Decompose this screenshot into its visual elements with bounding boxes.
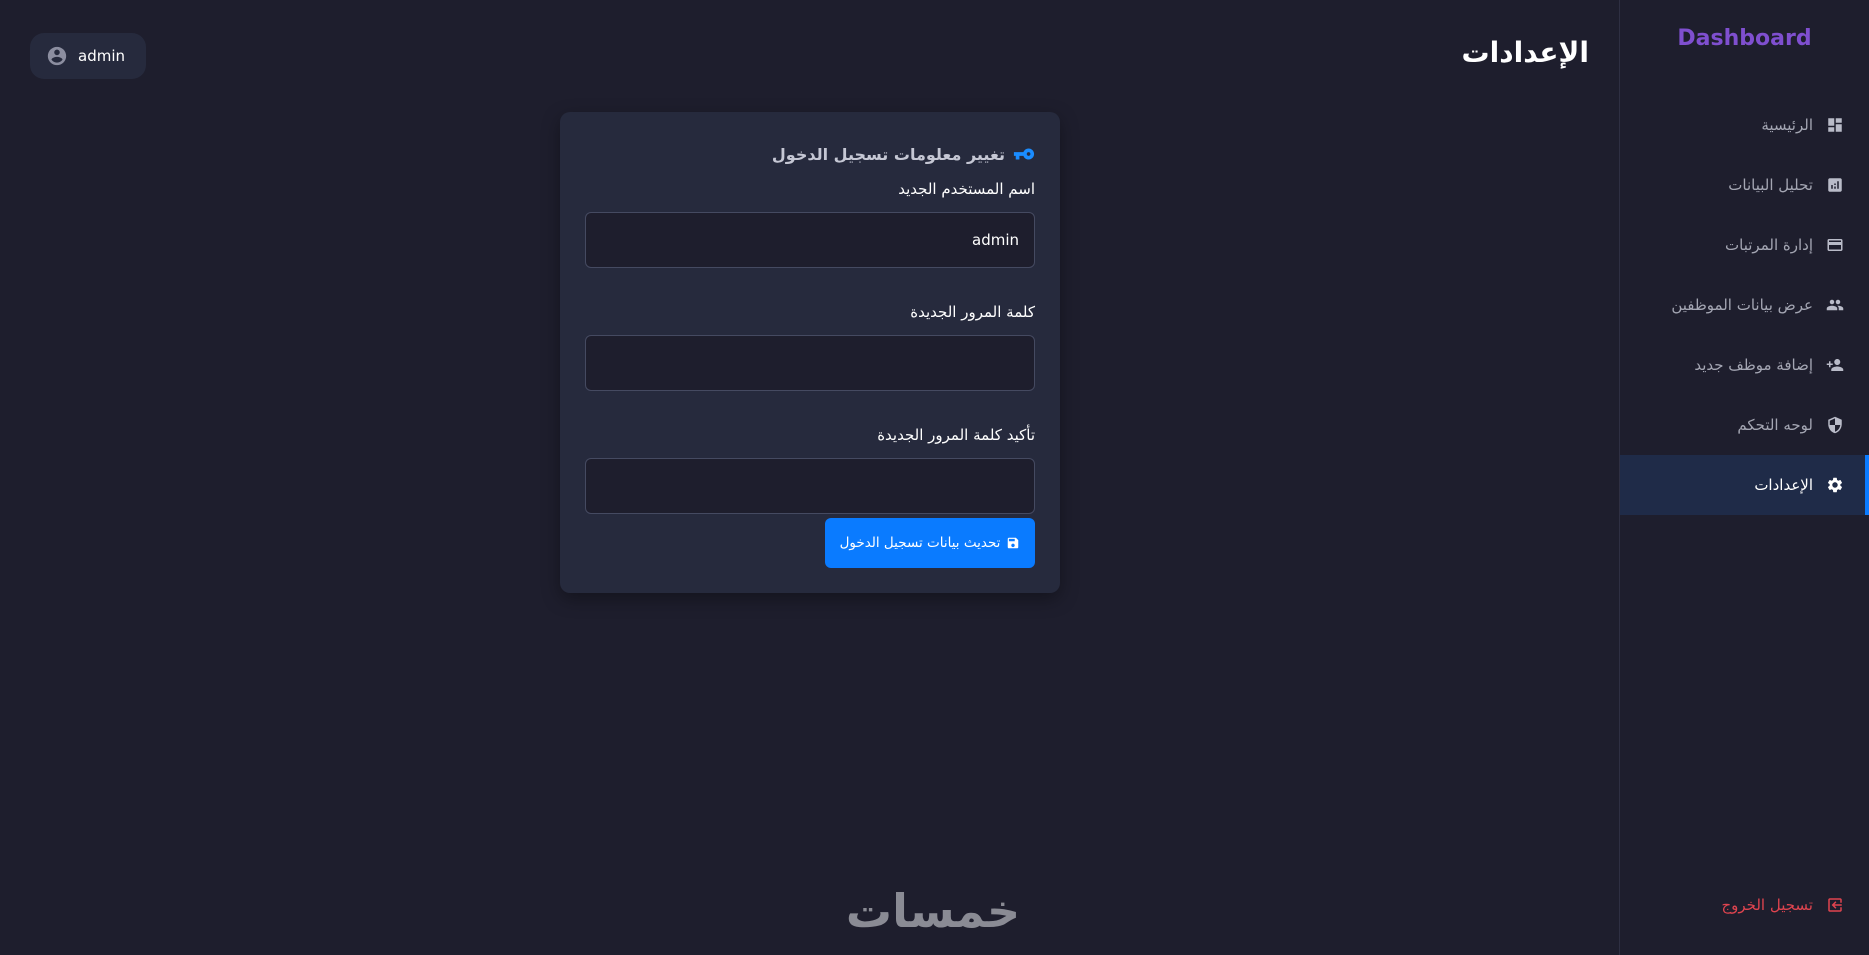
confirm-password-input[interactable] — [585, 458, 1035, 514]
shield-icon — [1825, 415, 1845, 435]
sidebar-item-label: إضافة موظف جديد — [1694, 356, 1813, 374]
brand-title[interactable]: Dashboard — [1620, 26, 1869, 51]
user-name: admin — [78, 47, 125, 65]
card-title-text: تغيير معلومات تسجيل الدخول — [771, 144, 1005, 164]
key-icon — [1013, 148, 1035, 160]
sidebar-item-label: تحليل البيانات — [1728, 176, 1813, 194]
sidebar-nav: الرئيسية تحليل البيانات إدارة المرتبات ع… — [1620, 95, 1869, 515]
new-password-input[interactable] — [585, 335, 1035, 391]
logout-icon — [1825, 895, 1845, 915]
footer-logo: خمسات — [820, 885, 1046, 937]
update-credentials-label: تحديث بيانات تسجيل الدخول — [839, 535, 1001, 551]
page-title: الإعدادات — [1461, 36, 1589, 69]
sidebar-item-home[interactable]: الرئيسية — [1620, 95, 1869, 155]
sidebar-item-employees[interactable]: عرض بيانات الموظفين — [1620, 275, 1869, 335]
sidebar-item-label: لوحه التحكم — [1737, 416, 1813, 434]
gear-icon — [1825, 475, 1845, 495]
sidebar: Dashboard الرئيسية تحليل البيانات إدارة … — [1619, 0, 1869, 955]
sidebar-item-control-panel[interactable]: لوحه التحكم — [1620, 395, 1869, 455]
sidebar-item-label: إدارة المرتبات — [1725, 236, 1813, 254]
people-icon — [1825, 295, 1845, 315]
login-settings-card: تغيير معلومات تسجيل الدخول اسم المستخدم … — [560, 112, 1060, 593]
account-circle-icon — [47, 46, 67, 66]
new-password-label: كلمة المرور الجديدة — [910, 303, 1035, 321]
credit-card-icon — [1825, 235, 1845, 255]
sidebar-item-payroll[interactable]: إدارة المرتبات — [1620, 215, 1869, 275]
sidebar-item-label: عرض بيانات الموظفين — [1671, 296, 1813, 314]
card-title: تغيير معلومات تسجيل الدخول — [585, 142, 1035, 166]
user-menu-button[interactable]: admin — [30, 33, 146, 79]
sidebar-item-settings[interactable]: الإعدادات — [1620, 455, 1869, 515]
person-add-icon — [1825, 355, 1845, 375]
confirm-password-label: تأكيد كلمة المرور الجديدة — [877, 426, 1035, 444]
username-label: اسم المستخدم الجديد — [898, 180, 1035, 198]
save-icon — [1008, 537, 1019, 549]
sidebar-item-label: الرئيسية — [1761, 116, 1813, 134]
update-credentials-button[interactable]: تحديث بيانات تسجيل الدخول — [825, 518, 1035, 568]
sidebar-item-label: الإعدادات — [1754, 476, 1813, 494]
sidebar-item-add-employee[interactable]: إضافة موظف جديد — [1620, 335, 1869, 395]
footer-logo-text: خمسات — [845, 884, 1021, 938]
username-input[interactable] — [585, 212, 1035, 268]
analytics-icon — [1825, 175, 1845, 195]
dashboard-icon — [1825, 115, 1845, 135]
logout-button[interactable]: تسجيل الخروج — [1620, 875, 1869, 935]
sidebar-item-analytics[interactable]: تحليل البيانات — [1620, 155, 1869, 215]
logout-label: تسجيل الخروج — [1721, 896, 1813, 914]
